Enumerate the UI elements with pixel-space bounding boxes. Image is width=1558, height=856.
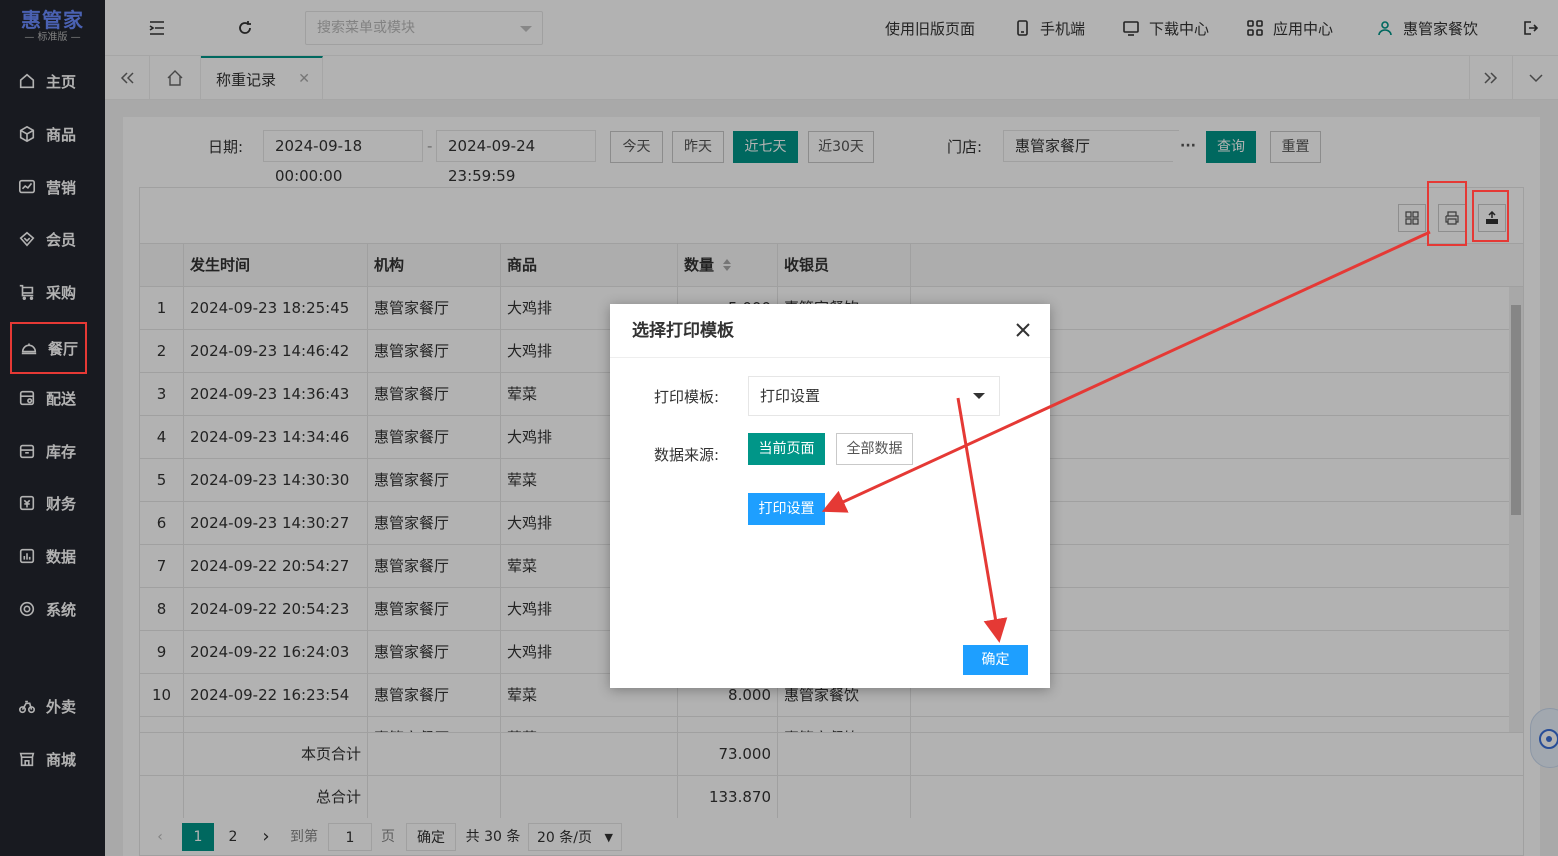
source-label: 数据来源:	[654, 446, 720, 464]
template-value: 打印设置	[760, 387, 821, 405]
export-highlight-box	[1472, 190, 1509, 242]
template-label: 打印模板:	[654, 388, 720, 406]
print-highlight-box	[1427, 181, 1467, 246]
close-icon[interactable]	[1012, 319, 1034, 341]
template-select[interactable]: 打印设置	[748, 376, 1000, 416]
restaurant-highlight-box	[10, 322, 87, 374]
print-template-dialog: 选择打印模板 打印模板: 打印设置 数据来源: 当前页面 全部数据 打印设置 确…	[610, 304, 1050, 688]
confirm-button[interactable]: 确定	[963, 645, 1028, 675]
chevron-down-icon	[973, 393, 985, 399]
dialog-title: 选择打印模板	[610, 304, 1050, 358]
source-current-page-button[interactable]: 当前页面	[748, 433, 825, 465]
print-settings-button[interactable]: 打印设置	[748, 493, 825, 525]
source-all-data-button[interactable]: 全部数据	[836, 433, 913, 465]
